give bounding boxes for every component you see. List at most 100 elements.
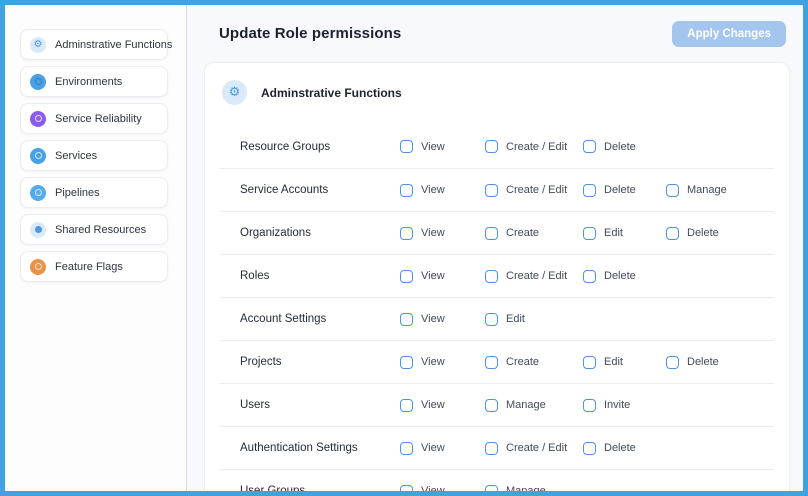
permission-option-account-settings-view[interactable]: View	[400, 313, 485, 326]
permission-option-projects-edit[interactable]: Edit	[583, 356, 666, 369]
permission-row-projects: Projects View Create Edit Delete	[220, 340, 774, 383]
checkbox-roles-delete[interactable]	[583, 270, 596, 283]
checkbox-organizations-edit[interactable]	[583, 227, 596, 240]
permission-name: User Groups	[240, 485, 400, 491]
permission-name: Projects	[240, 356, 400, 368]
permission-option-organizations-create[interactable]: Create	[485, 227, 583, 240]
permission-option-resource-groups-view[interactable]: View	[400, 140, 485, 153]
permission-option-projects-create[interactable]: Create	[485, 356, 583, 369]
permission-option-users-view[interactable]: View	[400, 399, 485, 412]
permission-option-label: View	[421, 184, 445, 196]
shared-resources-icon	[30, 222, 46, 238]
permission-option-service-accounts-view[interactable]: View	[400, 184, 485, 197]
permission-option-label: Manage	[687, 184, 727, 196]
permission-option-service-accounts-delete[interactable]: Delete	[583, 184, 666, 197]
checkbox-service-accounts-delete[interactable]	[583, 184, 596, 197]
permission-option-label: Delete	[604, 442, 636, 454]
checkbox-service-accounts-view[interactable]	[400, 184, 413, 197]
sidebar-item-service-reliability[interactable]: Service Reliability	[20, 103, 168, 134]
permission-option-label: View	[421, 313, 445, 325]
permission-option-resource-groups-delete[interactable]: Delete	[583, 140, 666, 153]
checkbox-projects-create[interactable]	[485, 356, 498, 369]
permission-option-service-accounts-create-edit[interactable]: Create / Edit	[485, 184, 583, 197]
checkbox-projects-view[interactable]	[400, 356, 413, 369]
sidebar-item-pipelines[interactable]: Pipelines	[20, 177, 168, 208]
permission-row-roles: Roles View Create / Edit Delete	[220, 254, 774, 297]
permission-option-authentication-settings-create-edit[interactable]: Create / Edit	[485, 442, 583, 455]
permission-name: Roles	[240, 270, 400, 282]
permissions-card-header: ⚙ Adminstrative Functions	[205, 63, 789, 117]
permission-option-authentication-settings-delete[interactable]: Delete	[583, 442, 666, 455]
permission-option-roles-view[interactable]: View	[400, 270, 485, 283]
permission-option-label: Create / Edit	[506, 442, 567, 454]
checkbox-organizations-view[interactable]	[400, 227, 413, 240]
sidebar-item-services[interactable]: Services	[20, 140, 168, 171]
permission-row-users: Users View Manage Invite	[220, 383, 774, 426]
checkbox-resource-groups-create-edit[interactable]	[485, 140, 498, 153]
checkbox-user-groups-manage[interactable]	[485, 485, 498, 492]
permission-option-users-manage[interactable]: Manage	[485, 399, 583, 412]
checkbox-service-accounts-manage[interactable]	[666, 184, 679, 197]
checkbox-authentication-settings-view[interactable]	[400, 442, 413, 455]
permission-option-roles-create-edit[interactable]: Create / Edit	[485, 270, 583, 283]
permission-option-organizations-edit[interactable]: Edit	[583, 227, 666, 240]
checkbox-users-invite[interactable]	[583, 399, 596, 412]
main-content: Update Role permissions Apply Changes ⚙ …	[187, 5, 803, 491]
environments-icon	[30, 74, 46, 90]
permission-option-account-settings-edit[interactable]: Edit	[485, 313, 583, 326]
permission-option-label: View	[421, 399, 445, 411]
checkbox-users-view[interactable]	[400, 399, 413, 412]
permission-option-label: Manage	[506, 399, 546, 411]
permission-option-user-groups-manage[interactable]: Manage	[485, 485, 583, 492]
checkbox-organizations-delete[interactable]	[666, 227, 679, 240]
sidebar-item-adminstrative-functions[interactable]: ⚙ Adminstrative Functions	[20, 29, 168, 60]
sidebar-item-feature-flags[interactable]: Feature Flags	[20, 251, 168, 282]
permission-option-label: Create / Edit	[506, 184, 567, 196]
permission-option-service-accounts-manage[interactable]: Manage	[666, 184, 774, 197]
checkbox-projects-delete[interactable]	[666, 356, 679, 369]
permission-option-label: Create / Edit	[506, 141, 567, 153]
checkbox-roles-view[interactable]	[400, 270, 413, 283]
app-window: ⚙ Adminstrative Functions Environments S…	[0, 0, 808, 496]
permissions-table: Resource Groups View Create / Edit Delet…	[205, 125, 789, 491]
permission-option-roles-delete[interactable]: Delete	[583, 270, 666, 283]
permission-option-label: Delete	[604, 184, 636, 196]
checkbox-organizations-create[interactable]	[485, 227, 498, 240]
permission-option-projects-view[interactable]: View	[400, 356, 485, 369]
permissions-card-title: Adminstrative Functions	[261, 86, 402, 100]
permission-row-authentication-settings: Authentication Settings View Create / Ed…	[220, 426, 774, 469]
checkbox-projects-edit[interactable]	[583, 356, 596, 369]
main-header: Update Role permissions Apply Changes	[187, 5, 803, 62]
checkbox-resource-groups-view[interactable]	[400, 140, 413, 153]
permissions-card: ⚙ Adminstrative Functions Resource Group…	[204, 62, 790, 491]
sidebar-item-environments[interactable]: Environments	[20, 66, 168, 97]
permission-option-organizations-view[interactable]: View	[400, 227, 485, 240]
checkbox-roles-create-edit[interactable]	[485, 270, 498, 283]
permission-option-users-invite[interactable]: Invite	[583, 399, 666, 412]
permission-option-resource-groups-create-edit[interactable]: Create / Edit	[485, 140, 583, 153]
checkbox-users-manage[interactable]	[485, 399, 498, 412]
permission-option-projects-delete[interactable]: Delete	[666, 356, 774, 369]
apply-changes-button[interactable]: Apply Changes	[672, 21, 786, 47]
checkbox-service-accounts-create-edit[interactable]	[485, 184, 498, 197]
permission-option-organizations-delete[interactable]: Delete	[666, 227, 774, 240]
checkbox-authentication-settings-create-edit[interactable]	[485, 442, 498, 455]
sidebar-item-shared-resources[interactable]: Shared Resources	[20, 214, 168, 245]
permission-option-label: Edit	[604, 227, 623, 239]
permission-row-organizations: Organizations View Create Edit Delete	[220, 211, 774, 254]
permission-option-authentication-settings-view[interactable]: View	[400, 442, 485, 455]
permission-name: Account Settings	[240, 313, 400, 325]
permission-option-label: Create	[506, 356, 539, 368]
services-icon	[30, 148, 46, 164]
checkbox-authentication-settings-delete[interactable]	[583, 442, 596, 455]
permission-option-label: Edit	[506, 313, 525, 325]
gear-icon: ⚙	[30, 37, 46, 53]
permission-option-label: Invite	[604, 399, 630, 411]
permission-row-account-settings: Account Settings View Edit	[220, 297, 774, 340]
checkbox-user-groups-view[interactable]	[400, 485, 413, 492]
checkbox-account-settings-view[interactable]	[400, 313, 413, 326]
permission-option-label: Create / Edit	[506, 270, 567, 282]
permission-option-user-groups-view[interactable]: View	[400, 485, 485, 492]
checkbox-resource-groups-delete[interactable]	[583, 140, 596, 153]
checkbox-account-settings-edit[interactable]	[485, 313, 498, 326]
